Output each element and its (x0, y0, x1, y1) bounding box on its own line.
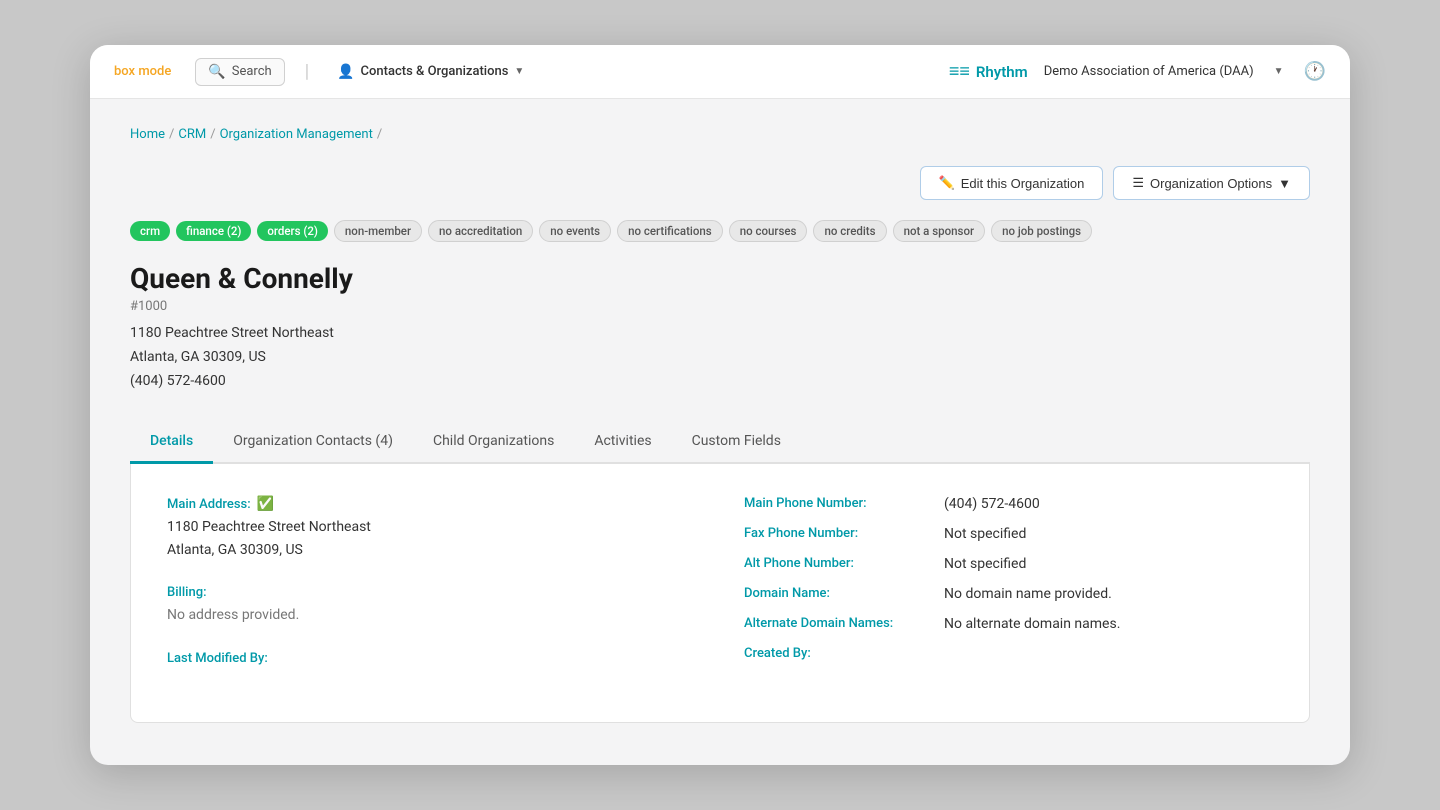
clock-icon[interactable]: 🕐 (1304, 61, 1326, 82)
field-name-5: Created By: (744, 646, 944, 661)
tag-finance-(2)[interactable]: finance (2) (176, 221, 251, 241)
contacts-orgs-label: Contacts & Organizations (361, 64, 509, 79)
billing-value: No address provided. (167, 604, 696, 626)
edit-button-label: Edit this Organization (961, 176, 1085, 191)
search-label: Search (232, 64, 272, 79)
field-val-3: No domain name provided. (944, 586, 1112, 602)
details-left-col: Main Address: ✅ 1180 Peachtree Street No… (167, 496, 696, 689)
tags-row: crm finance (2) orders (2) non-member no acc… (130, 220, 1310, 242)
org-id: #1000 (130, 299, 1310, 314)
tabs-bar: DetailsOrganization Contacts (4)Child Or… (130, 421, 1310, 464)
billing-label: Billing: (167, 585, 696, 600)
main-address-label: Main Address: ✅ (167, 496, 696, 512)
tag-no-courses[interactable]: no courses (729, 220, 808, 242)
options-chevron-icon: ▼ (1278, 176, 1291, 191)
org-address-line2: Atlanta, GA 30309, US (130, 346, 1310, 370)
options-button-label: Organization Options (1150, 176, 1272, 191)
field-row-3: Domain Name:No domain name provided. (744, 586, 1273, 602)
field-row-4: Alternate Domain Names:No alternate doma… (744, 616, 1273, 632)
tab-organization-contacts-4[interactable]: Organization Contacts (4) (213, 421, 413, 464)
field-name-3: Domain Name: (744, 586, 944, 601)
tag-crm[interactable]: crm (130, 221, 170, 241)
main-address-line2: Atlanta, GA 30309, US (167, 539, 696, 561)
tab-custom-fields[interactable]: Custom Fields (672, 421, 801, 464)
field-val-0: (404) 572-4600 (944, 496, 1040, 512)
org-name: Queen & Connelly (130, 262, 1310, 295)
details-panel: Main Address: ✅ 1180 Peachtree Street No… (130, 464, 1310, 722)
options-icon: ☰ (1132, 175, 1144, 191)
main-address-value: 1180 Peachtree Street Northeast Atlanta,… (167, 516, 696, 561)
field-val-2: Not specified (944, 556, 1026, 572)
breadcrumb-sep-3: / (377, 127, 382, 142)
field-row-5: Created By: (744, 646, 1273, 661)
contacts-icon: 👤 (337, 64, 354, 80)
main-address-check-icon: ✅ (257, 496, 274, 512)
search-icon: 🔍 (208, 64, 225, 80)
rhythm-logo: ≡≡ Rhythm (949, 61, 1028, 82)
field-val-4: No alternate domain names. (944, 616, 1120, 632)
last-modified-section: Last Modified By: (167, 651, 696, 666)
breadcrumb-org-management: Organization Management (220, 127, 373, 142)
rhythm-label: Rhythm (976, 63, 1028, 81)
tag-no-accreditation[interactable]: no accreditation (428, 220, 533, 242)
field-row-0: Main Phone Number:(404) 572-4600 (744, 496, 1273, 512)
org-header: Queen & Connelly #1000 1180 Peachtree St… (130, 262, 1310, 393)
field-row-1: Fax Phone Number:Not specified (744, 526, 1273, 542)
main-content: Home / CRM / Organization Management / ✏… (90, 99, 1350, 765)
edit-organization-button[interactable]: ✏️ Edit this Organization (920, 166, 1104, 200)
tag-no-certifications[interactable]: no certifications (617, 220, 723, 242)
tab-child-organizations[interactable]: Child Organizations (413, 421, 574, 464)
billing-section: Billing: No address provided. (167, 585, 696, 626)
tag-not-a-sponsor[interactable]: not a sponsor (893, 220, 986, 242)
breadcrumb-sep-2: / (210, 127, 215, 142)
field-name-1: Fax Phone Number: (744, 526, 944, 541)
organization-options-button[interactable]: ☰ Organization Options ▼ (1113, 166, 1310, 200)
org-nav-chevron-icon: ▼ (1274, 66, 1284, 77)
details-grid: Main Address: ✅ 1180 Peachtree Street No… (167, 496, 1273, 689)
field-val-1: Not specified (944, 526, 1026, 542)
tag-non-member[interactable]: non-member (334, 220, 422, 242)
contacts-chevron-icon: ▼ (514, 66, 524, 77)
field-name-2: Alt Phone Number: (744, 556, 944, 571)
tag-no-events[interactable]: no events (539, 220, 611, 242)
top-nav: box mode 🔍 Search | 👤 Contacts & Organiz… (90, 45, 1350, 99)
breadcrumb-home[interactable]: Home (130, 127, 165, 142)
org-name-nav: Demo Association of America (DAA) (1044, 64, 1254, 79)
field-row-2: Alt Phone Number:Not specified (744, 556, 1273, 572)
last-modified-label: Last Modified By: (167, 651, 696, 666)
org-address-line1: 1180 Peachtree Street Northeast (130, 322, 1310, 346)
field-name-0: Main Phone Number: (744, 496, 944, 511)
tag-no-credits[interactable]: no credits (813, 220, 886, 242)
main-address-line1: 1180 Peachtree Street Northeast (167, 516, 696, 538)
nav-divider: | (305, 61, 309, 82)
org-phone: (404) 572-4600 (130, 370, 1310, 394)
tab-activities[interactable]: Activities (574, 421, 671, 464)
contacts-orgs-dropdown[interactable]: 👤 Contacts & Organizations ▼ (329, 59, 532, 85)
breadcrumb: Home / CRM / Organization Management / (130, 127, 1310, 142)
tag-orders-(2)[interactable]: orders (2) (257, 221, 328, 241)
inbox-mode-label: box mode (114, 64, 171, 79)
breadcrumb-crm[interactable]: CRM (178, 127, 206, 142)
rhythm-icon: ≡≡ (949, 61, 970, 82)
breadcrumb-sep-1: / (169, 127, 174, 142)
org-address: 1180 Peachtree Street Northeast Atlanta,… (130, 322, 1310, 393)
field-name-4: Alternate Domain Names: (744, 616, 944, 631)
tag-no-job-postings[interactable]: no job postings (991, 220, 1092, 242)
details-right-col: Main Phone Number:(404) 572-4600Fax Phon… (744, 496, 1273, 689)
tab-details[interactable]: Details (130, 421, 213, 464)
main-address-section: Main Address: ✅ 1180 Peachtree Street No… (167, 496, 696, 561)
search-button[interactable]: 🔍 Search (195, 58, 284, 86)
action-buttons-row: ✏️ Edit this Organization ☰ Organization… (130, 166, 1310, 200)
edit-icon: ✏️ (939, 175, 955, 191)
